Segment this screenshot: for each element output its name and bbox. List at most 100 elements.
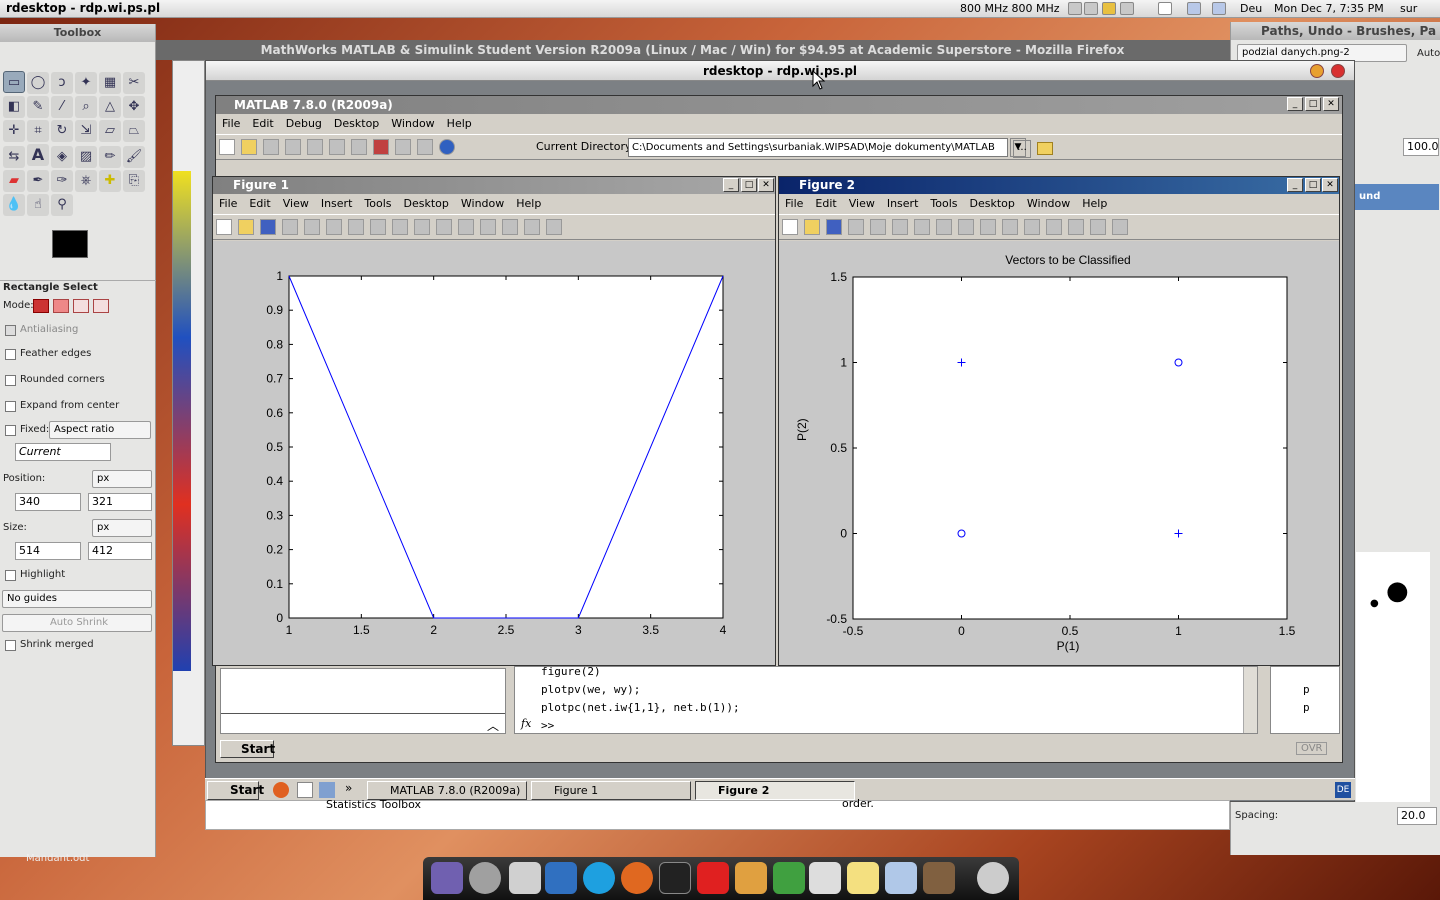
clock-icon[interactable] [977,862,1009,894]
fig2-open-icon[interactable] [804,219,820,235]
cmd-prompt[interactable]: >> [541,719,554,732]
scissors-icon[interactable]: ✂ [123,72,145,94]
fig2-menu-tools[interactable]: Tools [930,197,957,210]
position-y-field[interactable]: 321 [88,493,152,511]
measure-icon[interactable]: △ [99,96,121,118]
vim-icon[interactable] [773,862,805,894]
fig1-menu-desktop[interactable]: Desktop [404,197,449,210]
fig2-hide-tools-icon[interactable] [1090,219,1106,235]
expand-panel-icon[interactable]: ︿ [487,717,499,734]
fig2-menu-file[interactable]: File [785,197,803,210]
foreground-color-swatch[interactable] [52,230,88,258]
brush-large-icon[interactable]: ● [1386,576,1409,606]
rounded-checkbox[interactable] [5,375,16,386]
feather-checkbox[interactable] [5,349,16,360]
fig2-menu-desktop[interactable]: Desktop [970,197,1015,210]
fig1-open-icon[interactable] [238,219,254,235]
network-icon[interactable] [1102,2,1116,15]
paths-icon[interactable]: ✎ [27,96,49,118]
fig2-menu-view[interactable]: View [849,197,875,210]
mail-icon[interactable] [1158,2,1172,15]
fig1-colorbar-icon[interactable] [480,219,496,235]
fig1-maximize-icon[interactable]: □ [741,178,757,192]
keyboard-layout[interactable]: Deu [1240,2,1262,15]
terminal-icon[interactable] [659,862,691,894]
battery-icon[interactable] [1068,2,1082,15]
fig2-link-icon[interactable] [1024,219,1040,235]
fig1-menu-insert[interactable]: Insert [321,197,353,210]
fig1-close-icon[interactable]: ✕ [758,178,774,192]
skype-icon[interactable] [583,862,615,894]
zoom-icon[interactable]: ⌕ [75,96,97,118]
fig2-save-icon[interactable] [826,219,842,235]
history-item-1[interactable]: p [1303,683,1310,696]
fig2-pan-icon[interactable] [936,219,952,235]
undo-icon[interactable] [329,139,345,155]
perspective-icon[interactable]: ⏢ [123,120,145,142]
auto-button[interactable]: Auto [1417,48,1440,59]
position-x-field[interactable]: 340 [15,493,81,511]
perspective-clone-icon[interactable]: ⎘ [123,170,145,192]
matlab-maximize-icon[interactable]: □ [1305,97,1321,111]
fig1-brush-icon[interactable] [436,219,452,235]
document-icon[interactable] [809,862,841,894]
fig2-menu-insert[interactable]: Insert [887,197,919,210]
text-icon[interactable]: A [27,144,49,166]
cmd-scrollbar[interactable] [1243,667,1257,733]
fig2-zoom-in-icon[interactable] [892,219,908,235]
profiler-icon[interactable] [417,139,433,155]
fig2-menu-edit[interactable]: Edit [815,197,836,210]
volume-icon[interactable] [1084,2,1098,15]
fig2-menu-window[interactable]: Window [1027,197,1070,210]
matlab-menu-window[interactable]: Window [391,117,434,130]
blend-icon[interactable]: ▨ [75,146,97,168]
help-icon[interactable] [439,139,455,155]
taskbar-figure2[interactable]: Figure 2 [695,781,855,800]
fixed-checkbox[interactable] [5,425,16,436]
mode-subtract-icon[interactable] [73,299,89,313]
workspace-panel[interactable]: ︿ [220,668,506,734]
fig1-menu-view[interactable]: View [283,197,309,210]
fig1-new-icon[interactable] [216,219,232,235]
position-unit-dropdown[interactable]: px [92,470,152,488]
blur-icon[interactable]: 💧 [3,194,25,216]
simulink-icon[interactable] [373,139,389,155]
guide-icon[interactable] [395,139,411,155]
matlab-minimize-icon[interactable]: _ [1287,97,1303,111]
open-icon[interactable] [241,139,257,155]
matlab-close-icon[interactable]: ✕ [1323,97,1339,111]
fig1-zoom-out-icon[interactable] [348,219,364,235]
paintbrush-icon[interactable]: 🖌 [123,146,145,168]
window-icon[interactable] [885,862,917,894]
email-icon[interactable] [697,862,729,894]
command-window[interactable]: figure(2) plotpv(we, wy); plotpc(net.iw{… [514,665,1258,734]
color-picker-icon[interactable]: ⁄ [51,96,73,118]
shear-icon[interactable]: ▱ [99,120,121,142]
fig1-pan-icon[interactable] [370,219,386,235]
workspace-icon[interactable] [1187,2,1201,15]
fig2-show-tools-icon[interactable] [1112,219,1128,235]
fig1-legend-icon[interactable] [502,219,518,235]
mode-intersect-icon[interactable] [93,299,109,313]
crop-icon[interactable]: ⌗ [27,120,49,142]
fig2-menu-help[interactable]: Help [1082,197,1107,210]
fig2-minimize-icon[interactable]: _ [1287,178,1303,192]
copy-icon[interactable] [285,139,301,155]
taskbar-figure1[interactable]: Figure 1 [531,781,691,800]
shrink-merged-checkbox[interactable] [5,640,16,651]
current-dir-field[interactable]: C:\Documents and Settings\surbaniak.WIPS… [628,138,1008,157]
mode-replace-icon[interactable] [33,299,49,313]
highlight-checkbox[interactable] [5,570,16,581]
matlab-menu-file[interactable]: File [222,117,240,130]
spacing-field[interactable]: 20.0 [1397,807,1437,825]
fig2-colorbar-icon[interactable] [1046,219,1062,235]
fig2-new-icon[interactable] [782,219,798,235]
cut-icon[interactable] [263,139,279,155]
ie-quicklaunch-icon[interactable] [319,782,335,798]
mode-add-icon[interactable] [53,299,69,313]
ink-icon[interactable]: ✑ [51,170,73,192]
parent-folder-icon[interactable] [1037,142,1053,155]
lasso-icon[interactable]: ↄ [51,72,73,94]
heal-icon[interactable]: ✚ [99,170,121,192]
editor-quicklaunch-icon[interactable] [297,782,313,798]
